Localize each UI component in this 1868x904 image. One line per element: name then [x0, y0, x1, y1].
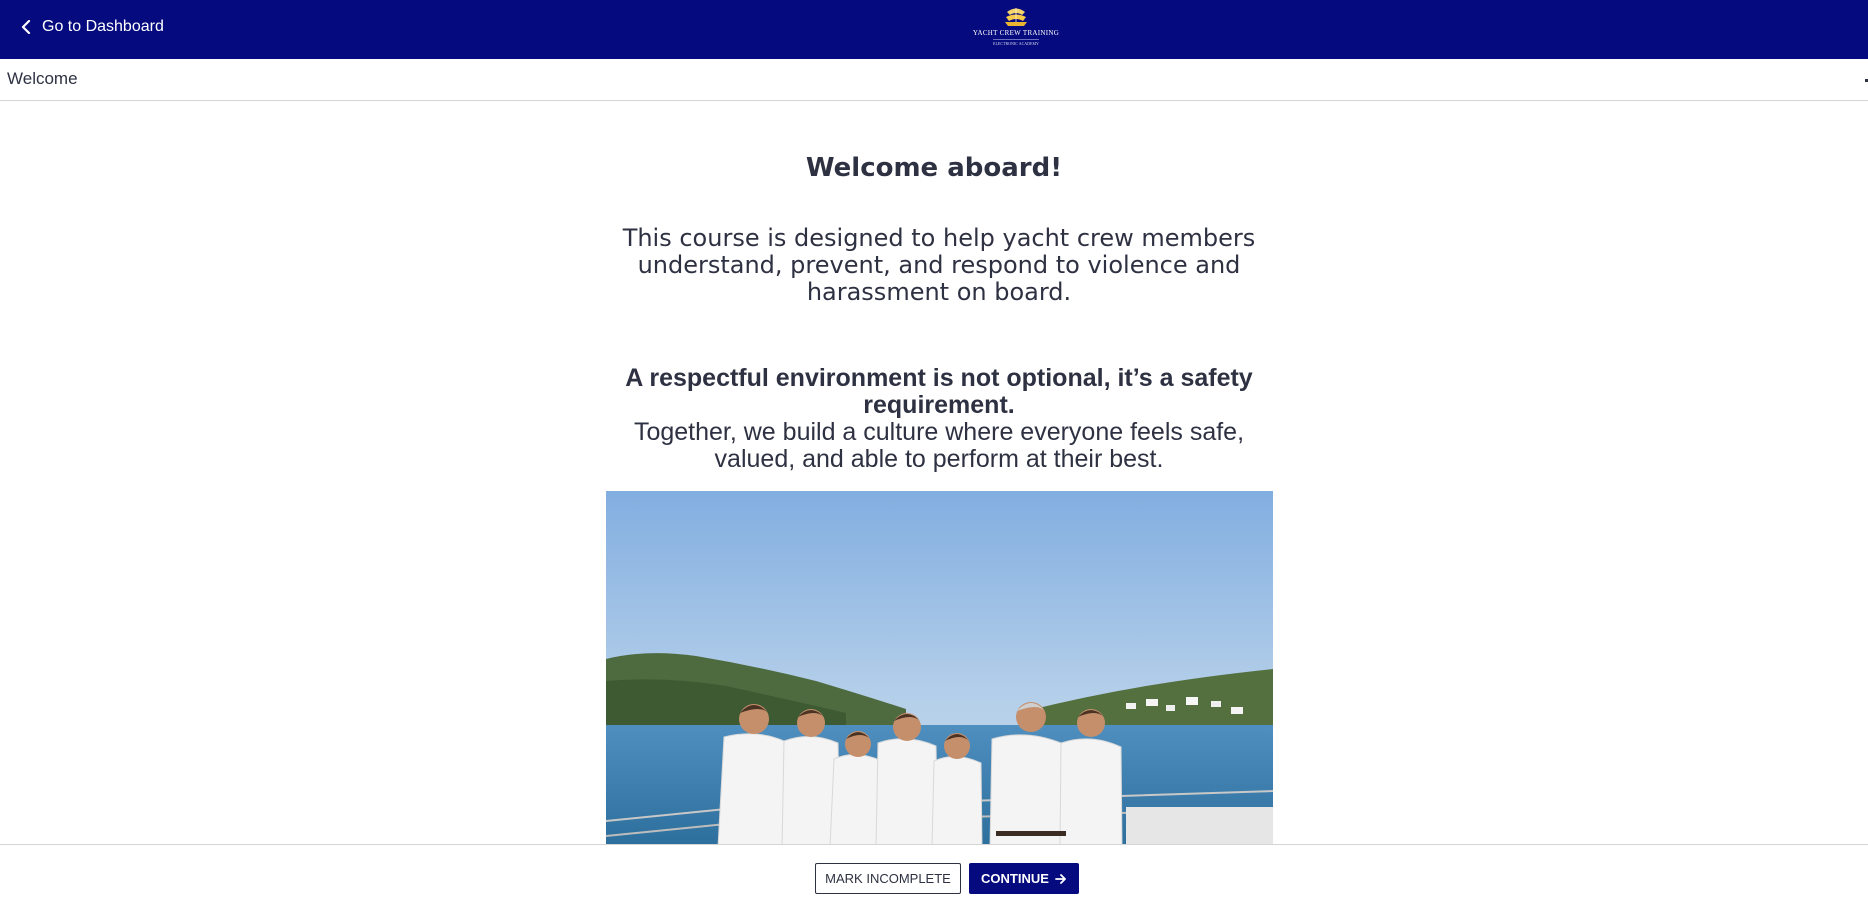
respect-statement: A respectful environment is not optional…	[625, 364, 1253, 419]
mark-incomplete-label: MARK INCOMPLETE	[825, 871, 951, 886]
crew-photo	[606, 491, 1273, 844]
arrow-right-icon	[1055, 873, 1066, 884]
brand-logo: YACHT CREW TRAINING ELECTRONIC ACADEMY	[972, 6, 1060, 50]
welcome-heading: Welcome aboard!	[805, 153, 1063, 183]
ship-logo-icon	[1005, 8, 1027, 26]
chevron-left-icon	[21, 20, 31, 34]
continue-button[interactable]: CONTINUE	[969, 863, 1079, 894]
logo-text: YACHT CREW TRAINING	[972, 29, 1060, 37]
go-to-dashboard-link[interactable]: Go to Dashboard	[20, 14, 164, 40]
go-to-dashboard-label: Go to Dashboard	[42, 18, 164, 35]
lesson-content: Welcome aboard! This course is designed …	[0, 101, 1868, 844]
lesson-header: Welcome	[0, 59, 1868, 101]
lesson-footer: MARK INCOMPLETE CONTINUE	[0, 844, 1868, 904]
mark-incomplete-button[interactable]: MARK INCOMPLETE	[815, 863, 961, 894]
respect-block: A respectful environment is not optional…	[606, 365, 1272, 473]
culture-statement: Together, we build a culture where every…	[633, 418, 1245, 473]
logo-subtext: ELECTRONIC ACADEMY	[993, 39, 1039, 46]
lesson-title: Welcome	[7, 69, 78, 88]
intro-paragraph: This course is designed to help yacht cr…	[622, 224, 1256, 306]
top-bar: Go to Dashboard YACHT CREW TRAINING ELEC…	[0, 0, 1868, 59]
continue-label: CONTINUE	[981, 871, 1049, 886]
